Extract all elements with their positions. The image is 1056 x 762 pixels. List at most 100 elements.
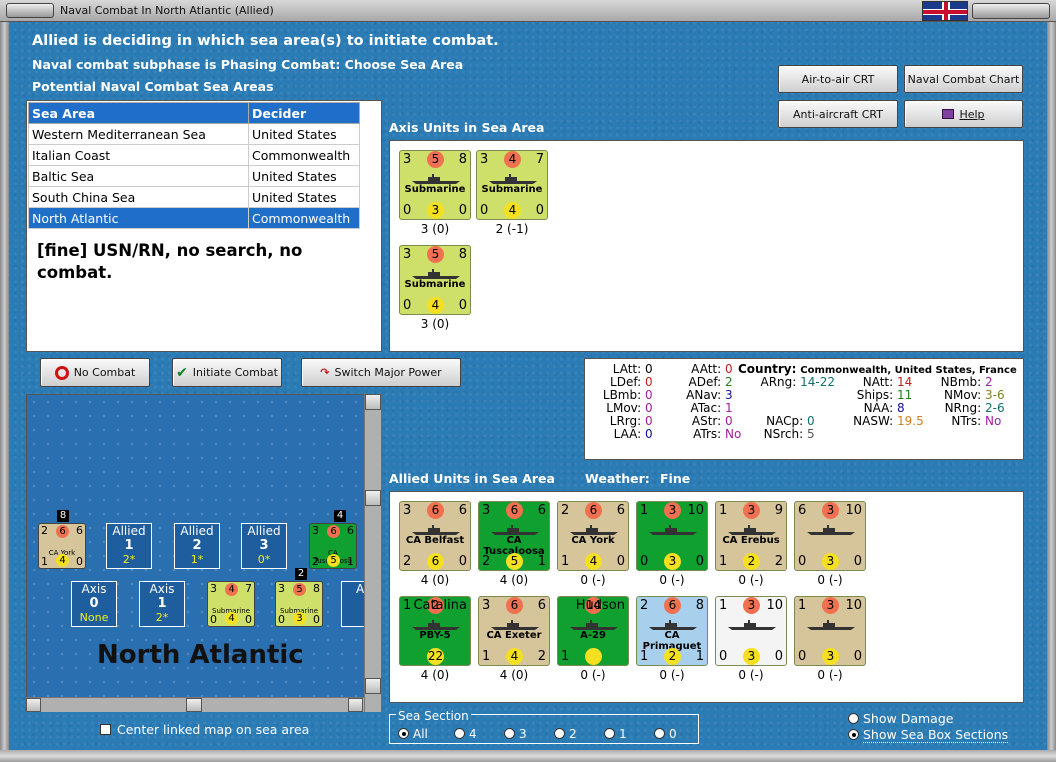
- unit-range: Hudson: [575, 598, 625, 613]
- potential-areas-title: Potential Naval Combat Sea Areas: [32, 79, 274, 94]
- show-sea-box-sections-radio[interactable]: Show Sea Box Sections: [848, 727, 1009, 743]
- unit-counter[interactable]: 2 6 6 CA York 1 4 0: [557, 501, 629, 571]
- sea-box[interactable]: Allied 3 0*: [241, 523, 287, 569]
- sea-area-map[interactable]: North Atlantic Allied 1 2* Allied 2 1* Allied 3…: [26, 394, 381, 712]
- stats-panel: LAtt: 0 LDef: 0 LBmb: 0 LMov: 0 LRrg: 0 LAA: …: [584, 358, 1024, 460]
- stat-value: 0: [645, 401, 653, 415]
- sea-section-option-1[interactable]: 4: [454, 727, 504, 741]
- unit-bottom-right: 0: [853, 554, 862, 569]
- sea-section-option-5[interactable]: 0: [654, 727, 704, 741]
- table-row[interactable]: Western Mediterranean Sea United States: [28, 123, 360, 145]
- sea-box[interactable]: Allied 1 2*: [106, 523, 152, 569]
- unit-counter[interactable]: 1 3 9 CA Erebus 1 2 2: [715, 501, 787, 571]
- map-vertical-scrollbar[interactable]: [364, 394, 381, 712]
- show-sections-label: Show Sea Box Sections: [863, 727, 1009, 743]
- stat-value: 1: [725, 401, 733, 415]
- sea-section-option-0[interactable]: All: [398, 727, 454, 741]
- table-row[interactable]: Baltic Sea United States: [28, 165, 360, 187]
- unit-range: 7: [245, 582, 252, 595]
- col-sea-area[interactable]: Sea Area: [28, 102, 249, 124]
- sea-box[interactable]: Axis 1 2*: [139, 581, 185, 627]
- scroll-up-arrow-icon[interactable]: [365, 394, 381, 410]
- stat-label: ANav:: [686, 388, 722, 402]
- unit-counter[interactable]: 3 6 6 CA Belfast 2 6 0: [399, 501, 471, 571]
- cell: Commonwealth: [248, 144, 360, 166]
- col-decider[interactable]: Decider: [248, 102, 360, 124]
- unit-counter[interactable]: 1 3 10 0 3 0: [636, 501, 708, 571]
- map-unit-counter[interactable]: 2 6 6 CA York 1 4 0: [38, 523, 86, 569]
- unit-counter[interactable]: 1 3 10 0 3 0: [715, 596, 787, 666]
- cell: United States: [248, 165, 360, 187]
- scroll-right-arrow-icon[interactable]: [348, 698, 363, 712]
- anti-aircraft-crt-button[interactable]: Anti-aircraft CRT: [778, 100, 898, 128]
- sea-section-option-4[interactable]: 1: [604, 727, 654, 741]
- unit-counter[interactable]: 3 6 6 CA Exeter 1 4 2: [478, 596, 550, 666]
- map-unit-counter[interactable]: 366CA Tuscaloosa251: [309, 523, 357, 569]
- naval-combat-chart-button[interactable]: Naval Combat Chart: [904, 65, 1023, 93]
- scroll-thumb-h[interactable]: [186, 698, 202, 712]
- stat-ldef: LDef: 0: [595, 375, 673, 389]
- radio-button[interactable]: [654, 728, 665, 739]
- unit-bottom-left: 0: [278, 613, 285, 626]
- unit-counter[interactable]: 3 4 7 Submarine 0 4 0: [476, 150, 548, 220]
- unit-bottom-left: 0: [403, 298, 412, 313]
- map-horizontal-scrollbar[interactable]: [26, 697, 364, 712]
- switch-major-power-button[interactable]: ↷ Switch Major Power: [301, 358, 461, 387]
- unit-counter[interactable]: 3 5 8 Submarine 0 3 0: [399, 150, 471, 220]
- unit-circle-top: 3: [822, 502, 839, 519]
- unit-name: Submarine: [404, 184, 466, 195]
- unit-counter[interactable]: 1 3 10 0 3 0: [794, 596, 866, 666]
- help-button[interactable]: Help: [904, 100, 1023, 128]
- sea-section-option-2[interactable]: 3: [504, 727, 554, 741]
- radio-button[interactable]: [848, 729, 859, 740]
- radio-button[interactable]: [604, 728, 615, 739]
- unit-counter[interactable]: 2 6 8 CA Primaguet 1 2 1: [636, 596, 708, 666]
- unit-counter[interactable]: 14 Hudson A-29 1: [557, 596, 629, 666]
- cell: North Atlantic: [28, 207, 249, 229]
- ship-silhouette-icon: [568, 619, 618, 630]
- checkbox-box[interactable]: [100, 724, 111, 735]
- unit-counter[interactable]: 1 2 Catalina PBY-5 22: [399, 596, 471, 666]
- center-linked-checkbox[interactable]: Center linked map on sea area: [100, 722, 309, 737]
- unit-circle-top: 5: [427, 246, 444, 263]
- unit-range: 8: [313, 582, 320, 595]
- unit-counter[interactable]: 3 6 6 CA Tuscaloosa 2 5 1: [478, 501, 550, 571]
- sea-box[interactable]: Axis 0 None: [71, 581, 117, 627]
- unit-range: 6: [347, 524, 354, 537]
- table-row[interactable]: South China Sea United States: [28, 186, 360, 208]
- stat-arng: ARng: 14-22: [757, 375, 835, 389]
- scroll-left-arrow-icon[interactable]: [26, 698, 41, 712]
- stat-label: NTrs:: [951, 414, 982, 428]
- system-menu-button[interactable]: [6, 3, 54, 18]
- radio-button[interactable]: [554, 728, 565, 739]
- air-to-air-crt-button[interactable]: Air-to-air CRT: [778, 65, 898, 93]
- unit-range: 8: [695, 598, 704, 613]
- show-damage-radio[interactable]: Show Damage: [848, 711, 953, 726]
- unit-counter[interactable]: 6 3 10 0 3 0: [794, 501, 866, 571]
- unit-circle-bottom: 4: [225, 612, 238, 625]
- window-control-buttons[interactable]: [972, 3, 1050, 19]
- map-unit-counter[interactable]: 3 5 8 Submarine 0 3 0: [275, 581, 323, 627]
- radio-button[interactable]: [504, 728, 515, 739]
- unit-counter[interactable]: 3 5 8 Submarine 0 4 0: [399, 245, 471, 315]
- ship-silhouette-icon: [647, 524, 697, 535]
- table-row[interactable]: Italian Coast Commonwealth: [28, 144, 360, 166]
- ship-silhouette-icon: [489, 619, 539, 630]
- sea-box[interactable]: Allied 2 1*: [174, 523, 220, 569]
- scroll-thumb[interactable]: [365, 490, 381, 506]
- radio-button[interactable]: [848, 713, 859, 724]
- radio-button[interactable]: [398, 728, 409, 739]
- table-row-selected[interactable]: North Atlantic Commonwealth: [28, 207, 360, 229]
- stat-value: 3-6: [985, 388, 1005, 402]
- no-combat-button[interactable]: No Combat: [40, 358, 150, 387]
- unit-bottom-left: 0: [798, 554, 807, 569]
- stat-atrs: ATrs: No: [675, 427, 753, 441]
- sea-section-option-3[interactable]: 2: [554, 727, 604, 741]
- map-unit-counter[interactable]: 3 4 7 Submarine 0 4 0: [207, 581, 255, 627]
- no-icon: [54, 365, 69, 380]
- initiate-combat-button[interactable]: ✔ Initiate Combat: [172, 358, 282, 387]
- unit-circle-bottom: 4: [585, 553, 602, 570]
- radio-button[interactable]: [454, 728, 465, 739]
- show-damage-label: Show Damage: [863, 711, 954, 726]
- scroll-down-arrow-icon[interactable]: [365, 678, 381, 694]
